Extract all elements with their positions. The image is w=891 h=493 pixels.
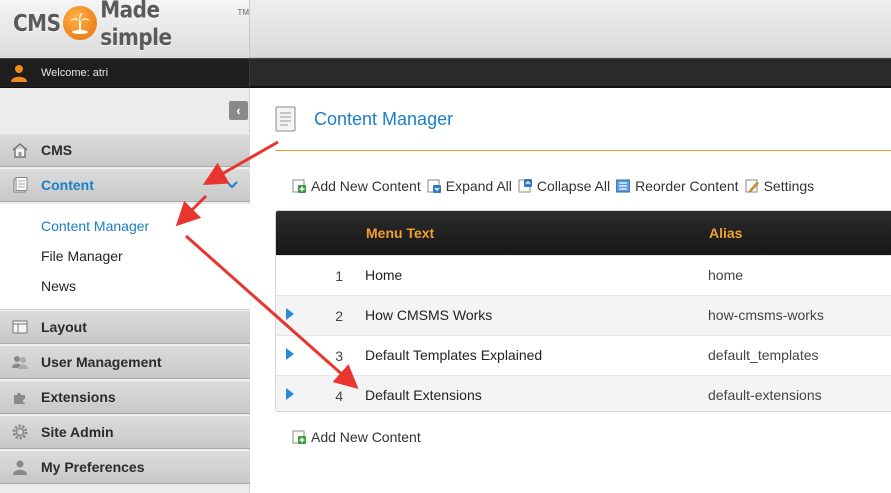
document-icon	[11, 176, 29, 194]
main-content: Content Manager Add New Content Expand A…	[251, 88, 891, 493]
collapse-all-button[interactable]: Collapse All	[518, 178, 610, 194]
table-row: 3 Default Templates Explained default_te…	[276, 335, 891, 375]
users-icon	[11, 353, 29, 371]
collapse-icon	[518, 179, 532, 193]
content-table: Menu Text Alias 1 Home home 2 How CMSMS …	[275, 210, 891, 412]
sidebar-item-label: CMS	[41, 142, 73, 158]
table-row: 4 Default Extensions default-extensions	[276, 375, 891, 411]
user-icon	[11, 65, 27, 82]
edit-settings-icon	[745, 179, 759, 193]
row-alias: default-extensions	[708, 387, 822, 403]
chevron-down-icon	[226, 181, 238, 189]
puzzle-icon	[11, 388, 29, 406]
expand-all-button[interactable]: Expand All	[427, 178, 512, 194]
sidebar-item-extensions[interactable]: Extensions	[0, 380, 250, 414]
top-header: CMS Made simple TM	[0, 0, 891, 58]
row-number: 4	[335, 388, 343, 404]
sidebar-item-content[interactable]: Content	[0, 168, 250, 202]
sidebar-item-my-preferences[interactable]: My Preferences	[0, 450, 250, 484]
add-page-icon	[292, 179, 306, 193]
add-new-content-bottom-button[interactable]: Add New Content	[292, 429, 421, 445]
logo-trademark: TM	[237, 8, 249, 17]
sidebar-item-label: Extensions	[41, 389, 116, 405]
sidebar-item-layout[interactable]: Layout	[0, 310, 250, 344]
row-alias: home	[708, 267, 744, 283]
settings-button[interactable]: Settings	[745, 178, 814, 194]
home-icon	[11, 141, 29, 159]
sidebar-subitem-news[interactable]: News	[41, 278, 76, 294]
sidebar-item-cms[interactable]: CMS	[0, 133, 250, 167]
expand-arrow-icon[interactable]	[286, 388, 294, 400]
sidebar-item-label: User Management	[41, 354, 162, 370]
sidebar-item-label: My Preferences	[41, 459, 145, 475]
row-menu-text[interactable]: Default Templates Explained	[365, 347, 542, 363]
document-icon	[275, 106, 296, 132]
header-divider	[275, 150, 891, 151]
welcome-bar: Welcome: atri	[0, 58, 891, 88]
row-number: 1	[335, 268, 343, 284]
expand-icon	[427, 179, 441, 193]
chevron-left-icon: ‹	[236, 103, 241, 118]
reorder-icon	[616, 179, 631, 193]
page-title: Content Manager	[314, 108, 454, 129]
logo-text-right: Made simple	[100, 0, 172, 51]
add-page-icon	[292, 430, 306, 444]
row-number: 3	[335, 348, 343, 364]
layout-icon	[11, 318, 29, 336]
sidebar-item-site-admin[interactable]: Site Admin	[0, 415, 250, 449]
sidebar-item-label: Layout	[41, 319, 87, 335]
sidebar-item-label: Content	[41, 177, 94, 193]
sidebar-subitem-content-manager[interactable]: Content Manager	[41, 218, 149, 234]
user-icon	[11, 458, 29, 476]
column-header-menu-text[interactable]: Menu Text	[366, 225, 434, 241]
welcome-text: Welcome: atri	[41, 67, 109, 79]
cms-made-simple-logo[interactable]: CMS Made simple TM	[13, 0, 249, 51]
page-header: Content Manager	[275, 106, 453, 132]
palm-island-icon	[63, 6, 98, 40]
reorder-content-button[interactable]: Reorder Content	[616, 178, 739, 194]
row-menu-text[interactable]: Default Extensions	[365, 387, 482, 403]
sidebar-item-label: Site Admin	[41, 424, 114, 440]
gear-icon	[11, 423, 29, 441]
add-new-content-button[interactable]: Add New Content	[292, 178, 421, 194]
logo-area: CMS Made simple TM	[0, 0, 250, 58]
sidebar-item-user-management[interactable]: User Management	[0, 345, 250, 379]
table-header: Menu Text Alias	[276, 211, 891, 255]
table-row: 1 Home home	[276, 255, 891, 295]
sidebar-collapse-button[interactable]: ‹	[229, 101, 248, 120]
row-alias: default_templates	[708, 347, 819, 363]
sidebar: ‹ CMS Content Content Manager File Manag…	[0, 88, 250, 493]
logo-text-left: CMS	[13, 9, 61, 37]
table-row: 2 How CMSMS Works how-cmsms-works	[276, 295, 891, 335]
row-number: 2	[335, 308, 343, 324]
row-alias: how-cmsms-works	[708, 307, 824, 323]
expand-arrow-icon[interactable]	[286, 308, 294, 320]
content-toolbar: Add New Content Expand All Collapse All …	[292, 178, 820, 194]
row-menu-text[interactable]: How CMSMS Works	[365, 307, 492, 323]
column-header-alias[interactable]: Alias	[709, 225, 742, 241]
welcome-area: Welcome: atri	[0, 59, 250, 87]
content-submenu: Content Manager File Manager News	[0, 204, 250, 310]
row-menu-text[interactable]: Home	[365, 267, 402, 283]
sidebar-subitem-file-manager[interactable]: File Manager	[41, 248, 123, 264]
expand-arrow-icon[interactable]	[286, 348, 294, 360]
